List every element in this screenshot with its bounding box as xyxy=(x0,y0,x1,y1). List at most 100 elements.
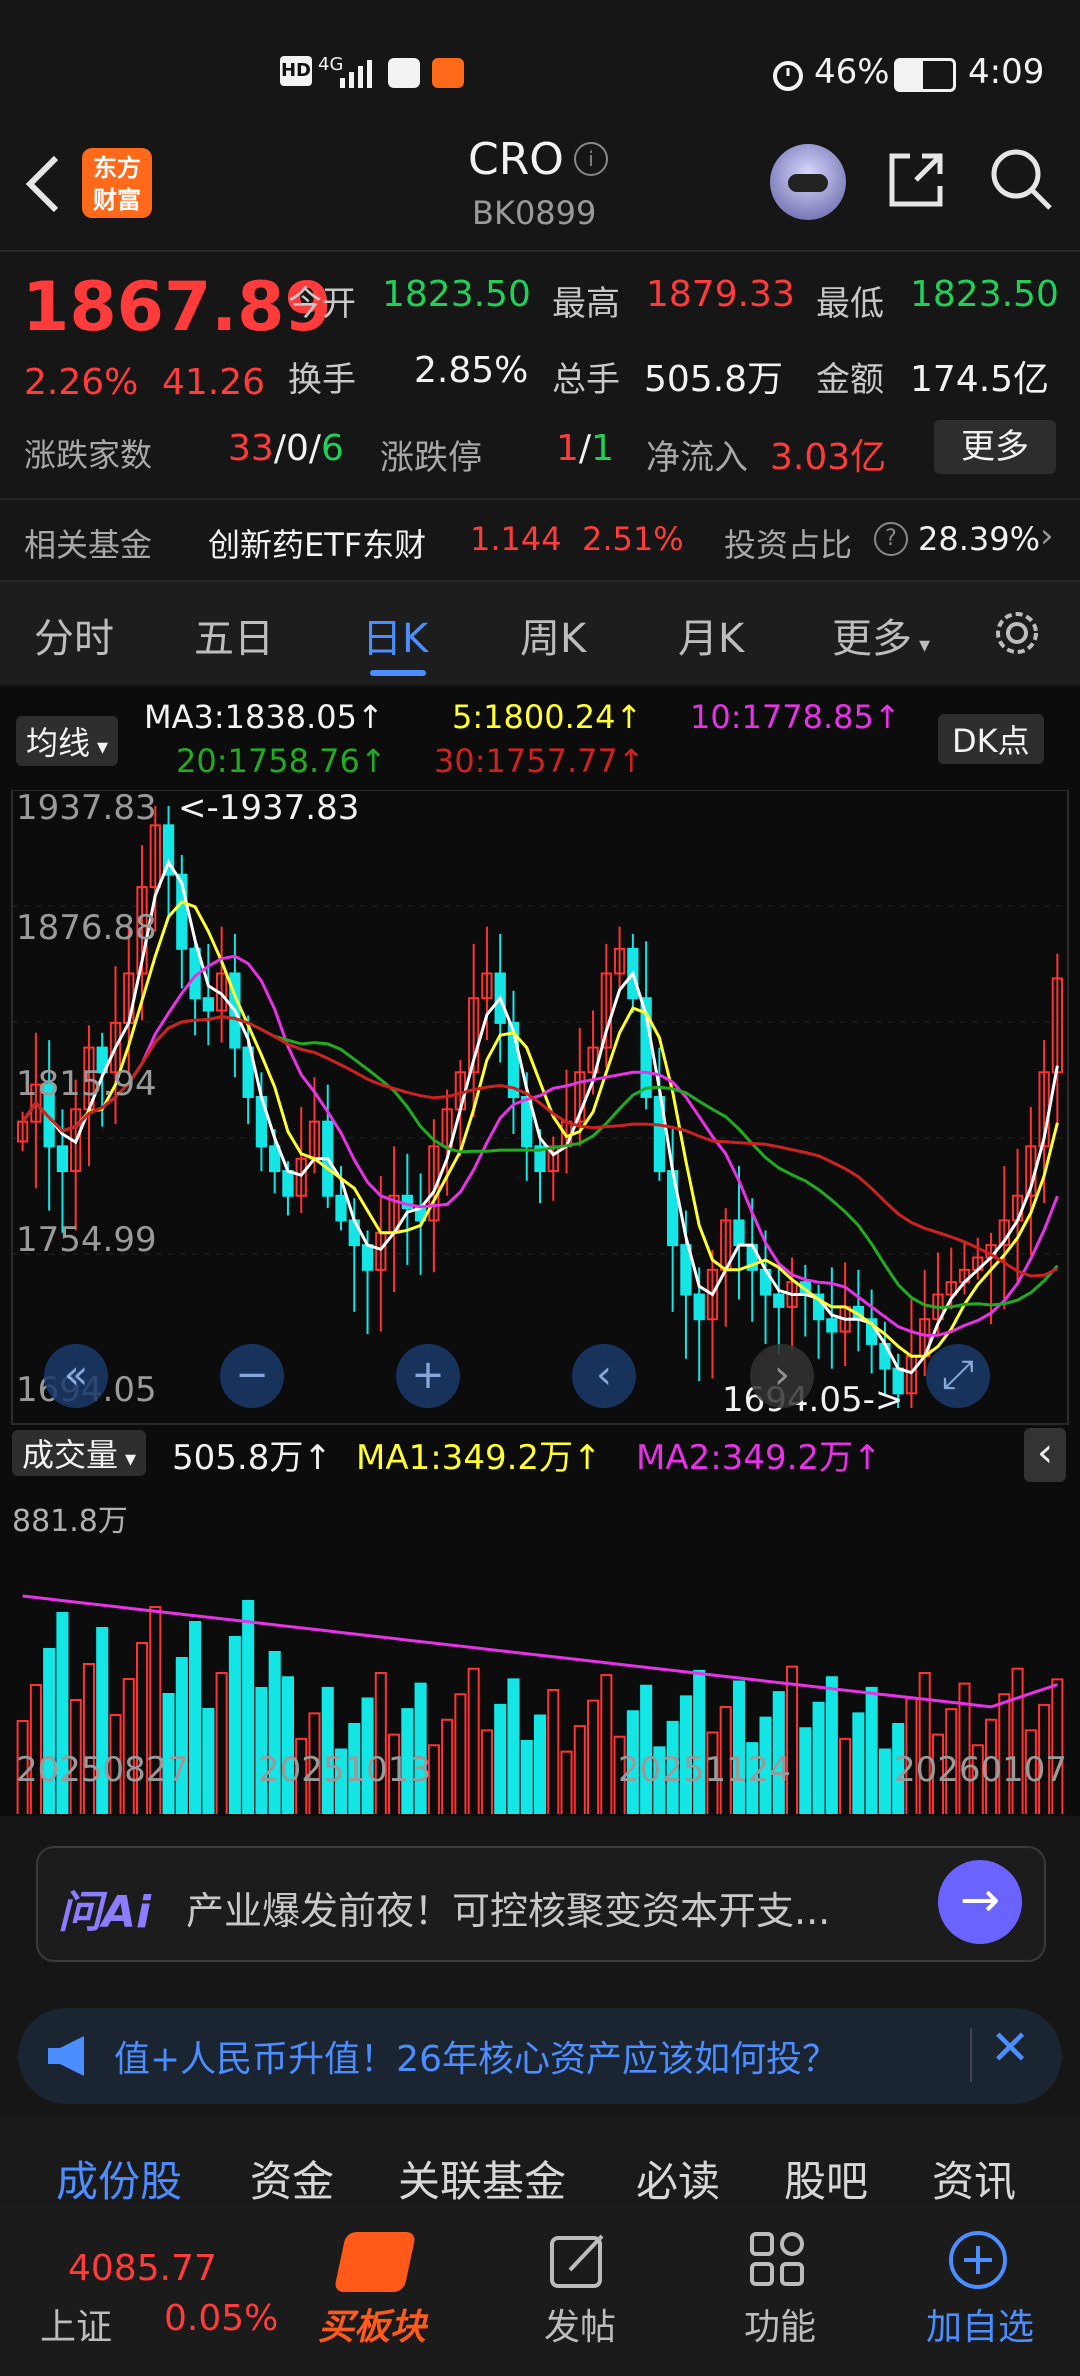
volume-bar xyxy=(228,1636,241,1814)
tab-weekly-k[interactable]: 周K xyxy=(520,606,586,664)
volume-bar xyxy=(507,1678,520,1814)
tab-constituents[interactable]: 成份股 xyxy=(56,2148,182,2209)
search-icon[interactable] xyxy=(988,146,1054,212)
tab-must-read[interactable]: 必读 xyxy=(636,2148,720,2209)
fund-name[interactable]: 创新药ETF东财 xyxy=(208,520,426,566)
robot-assistant-icon[interactable] xyxy=(770,144,846,220)
related-fund-row[interactable]: 相关基金 创新药ETF东财 1.144 2.51% 投资占比 ? 28.39% … xyxy=(0,498,1080,582)
help-icon[interactable]: ? xyxy=(874,522,908,556)
volume-bar xyxy=(175,1657,188,1814)
limit-values: 1/1 xyxy=(556,428,614,469)
volume-bar xyxy=(520,1740,533,1814)
volume-bar xyxy=(852,1712,865,1814)
scroll-right-icon[interactable]: › xyxy=(750,1344,814,1408)
volume-bar xyxy=(467,1667,480,1814)
section-tabs: 成份股 资金 关联基金 必读 股吧 资讯 xyxy=(0,2118,1080,2218)
info-icon[interactable]: i xyxy=(574,142,608,176)
volume-bar xyxy=(414,1682,427,1814)
more-button[interactable]: 更多 xyxy=(934,420,1056,474)
ai-assistant-bar[interactable]: 问Ai 产业爆发前夜！可控核聚变资本开支... → xyxy=(36,1846,1046,1962)
notice-banner[interactable]: 值+人民币升值！26年核心资产应该如何投？ ✕ xyxy=(18,2008,1062,2104)
edit-post-icon[interactable] xyxy=(548,2230,608,2290)
app-logo[interactable]: 东方 财富 xyxy=(82,148,152,218)
collapse-panel-icon[interactable]: ‹ xyxy=(1024,1428,1066,1482)
kline-chart-panel[interactable]: 均线 ▾ MA3:1838.05↑ 5:1800.24↑ 10:1778.85↑… xyxy=(0,686,1080,1816)
index-percent: 0.05% xyxy=(164,2298,279,2339)
candle-body xyxy=(361,1244,374,1271)
dk-point-button[interactable]: DK点 xyxy=(938,714,1044,764)
volume-selector[interactable]: 成交量 ▾ xyxy=(12,1430,147,1476)
battery-icon xyxy=(894,58,956,92)
tab-funds-flow[interactable]: 资金 xyxy=(250,2148,334,2209)
netflow-value: 3.03亿 xyxy=(770,437,887,478)
advdec-values: 33/0/6 xyxy=(228,428,344,469)
index-value[interactable]: 4085.77 xyxy=(68,2248,217,2289)
volume-bar xyxy=(839,1737,852,1814)
buy-sector-icon[interactable] xyxy=(333,2232,417,2292)
volume-bar xyxy=(122,1678,135,1814)
chevron-right-icon[interactable]: › xyxy=(1040,516,1054,556)
settings-gear-icon[interactable] xyxy=(990,606,1044,660)
y-label-2: 1876.88 xyxy=(16,908,157,948)
limit-label: 涨跌停 xyxy=(380,438,482,478)
tab-intraday[interactable]: 分时 xyxy=(34,606,114,664)
ma-selector[interactable]: 均线 ▾ xyxy=(16,716,119,766)
candle-body xyxy=(733,1219,745,1247)
scroll-left-fast-icon[interactable]: « xyxy=(44,1344,108,1408)
tab-5day[interactable]: 五日 xyxy=(194,606,274,664)
signal-icon xyxy=(340,60,372,88)
volume-bar xyxy=(587,1699,600,1814)
flat-count: 0 xyxy=(285,428,309,469)
period-tabs: 分时 五日 日K 周K 月K 更多 ▾ xyxy=(0,582,1080,684)
index-name[interactable]: 上证 xyxy=(40,2298,112,2350)
bottom-toolbar: 4085.77 上证 0.05% 买板块 发帖 功能 加自选 xyxy=(0,2206,1080,2376)
volume-bar xyxy=(82,1663,96,1814)
function-label[interactable]: 功能 xyxy=(740,2298,820,2350)
zoom-out-icon[interactable]: − xyxy=(220,1344,284,1408)
ratio-value: 28.39% xyxy=(918,520,1041,558)
zoom-in-icon[interactable]: + xyxy=(396,1344,460,1408)
scroll-left-icon[interactable]: ‹ xyxy=(572,1344,636,1408)
buy-sector-label[interactable]: 买板块 xyxy=(318,2298,426,2350)
send-arrow-icon[interactable]: → xyxy=(938,1860,1022,1944)
fullscreen-icon[interactable]: ⤢ xyxy=(926,1344,990,1408)
open-value: 1823.50 xyxy=(382,274,531,315)
close-icon[interactable]: ✕ xyxy=(990,2020,1030,2076)
post-label[interactable]: 发帖 xyxy=(540,2298,620,2350)
logo-line1: 东方 xyxy=(93,154,141,182)
y-label-3: 1815.94 xyxy=(16,1064,157,1104)
add-watchlist-label[interactable]: 加自选 xyxy=(922,2298,1038,2350)
tab-related-funds[interactable]: 关联基金 xyxy=(398,2148,566,2209)
tab-monthly-k[interactable]: 月K xyxy=(678,606,744,664)
app-notification-icon xyxy=(432,58,464,88)
ai-prompt-text[interactable]: 产业爆发前夜！可控核聚变资本开支... xyxy=(186,1880,946,1935)
volume-bar xyxy=(454,1693,467,1814)
battery-percent: 46% xyxy=(814,52,890,92)
amount-value: 174.5亿 xyxy=(910,359,1050,400)
notice-divider xyxy=(970,2028,972,2082)
notice-text[interactable]: 值+人民币升值！26年核心资产应该如何投？ xyxy=(114,2030,838,2082)
share-icon[interactable] xyxy=(884,148,948,212)
volume-ma1: MA1:349.2万↑ xyxy=(356,1438,602,1478)
tab-news[interactable]: 资讯 xyxy=(932,2148,1016,2209)
tab-more[interactable]: 更多 ▾ xyxy=(832,606,930,664)
candle-body xyxy=(826,1318,838,1333)
back-icon[interactable] xyxy=(22,152,66,216)
tab-forum[interactable]: 股吧 xyxy=(784,2148,868,2209)
tab-daily-k[interactable]: 日K xyxy=(362,606,428,664)
volume-bar xyxy=(600,1674,613,1814)
adv-count: 33 xyxy=(228,428,274,469)
volume-bar xyxy=(1051,1678,1064,1814)
clock: 4:09 xyxy=(968,52,1045,92)
add-watchlist-icon[interactable] xyxy=(946,2228,1010,2292)
page-title: CRO xyxy=(468,134,564,185)
volume-bar xyxy=(918,1672,931,1814)
candle-body xyxy=(56,1145,69,1173)
volume-bar xyxy=(547,1689,560,1814)
volume-bar xyxy=(242,1600,255,1814)
date-label-1: 20250827 xyxy=(16,1750,190,1790)
function-grid-icon[interactable] xyxy=(748,2230,808,2290)
stock-code: BK0899 xyxy=(472,194,597,232)
candlestick-chart[interactable] xyxy=(0,790,1080,1814)
y-label-max: 1937.83 xyxy=(16,788,157,828)
